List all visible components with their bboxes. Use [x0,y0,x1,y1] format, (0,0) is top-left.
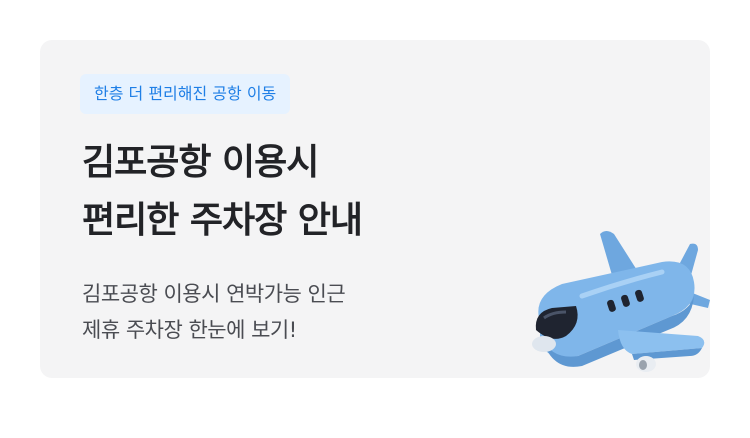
title-line-1: 김포공항 이용시 [82,142,319,183]
promo-badge: 한층 더 편리해진 공항 이동 [80,74,291,114]
banner-title: 김포공항 이용시 편리한 주차장 안내 [82,134,502,250]
airplane-icon [532,231,710,372]
parking-guide-banner[interactable]: 한층 더 편리해진 공항 이동 김포공항 이용시 편리한 주차장 안내 김포공항… [40,40,710,378]
description-line-2: 제휴 주차장 한눈에 보기! [82,318,297,342]
banner-description: 김포공항 이용시 연박가능 인근 제휴 주차장 한눈에 보기! [82,276,512,348]
description-line-1: 김포공항 이용시 연박가능 인근 [82,282,346,306]
title-line-2: 편리한 주차장 안내 [82,200,363,241]
